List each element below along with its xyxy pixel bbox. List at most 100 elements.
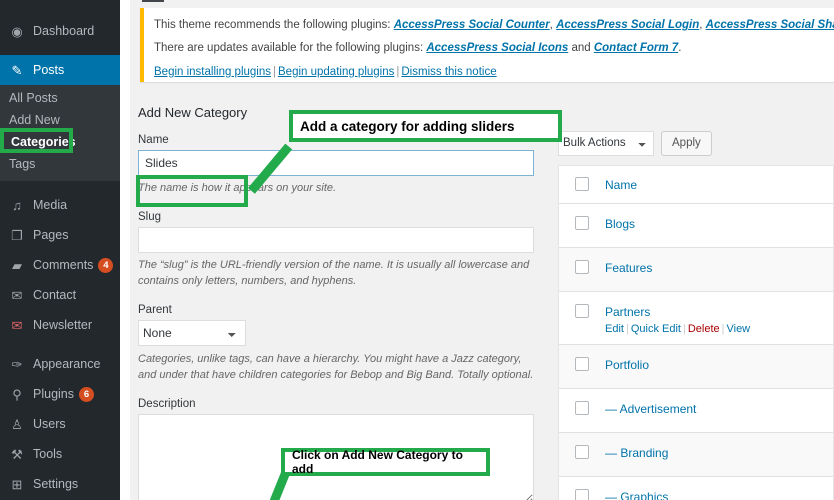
sidebar-item-label: Posts xyxy=(33,63,65,77)
add-category-form: Add New Category Name The name is how it… xyxy=(138,105,550,500)
wrench-icon: ⚒ xyxy=(11,446,23,462)
menu-separator xyxy=(0,181,120,190)
pages-icon: ❐ xyxy=(11,227,23,243)
parent-label: Parent xyxy=(138,303,172,316)
table-row: — Branding xyxy=(559,433,833,477)
sidebar-item-appearance[interactable]: ✑ Appearance xyxy=(0,349,120,379)
row-select-cell xyxy=(559,215,605,230)
row-checkbox[interactable] xyxy=(575,216,589,230)
row-select-cell xyxy=(559,400,605,415)
sidebar-item-settings[interactable]: ⊞ Settings xyxy=(0,469,120,499)
sidebar-item-tools[interactable]: ⚒ Tools xyxy=(0,439,120,469)
sidebar-item-comments[interactable]: ▰ Comments 4 xyxy=(0,250,120,280)
sidebar-item-posts[interactable]: ✎ Posts xyxy=(0,55,120,85)
sidebar-subitem-all-posts[interactable]: All Posts xyxy=(0,87,120,109)
begin-installing-plugins-link[interactable]: Begin installing plugins xyxy=(154,66,271,78)
row-select-cell xyxy=(559,488,605,500)
annotation-highlight-name-field xyxy=(136,175,248,207)
row-checkbox[interactable] xyxy=(575,445,589,459)
sidebar-item-label: Contact xyxy=(33,288,77,302)
plugin-link-social-icons[interactable]: AccessPress Social Icons xyxy=(426,42,568,54)
category-link[interactable]: Portfolio xyxy=(605,358,649,372)
parent-category-select[interactable]: None xyxy=(138,319,246,346)
category-link[interactable]: — Branding xyxy=(605,446,668,460)
row-checkbox[interactable] xyxy=(575,489,589,500)
dismiss-notice-link[interactable]: Dismiss this notice xyxy=(401,66,496,78)
media-icon: ♫ xyxy=(12,197,22,213)
row-checkbox[interactable] xyxy=(575,304,589,318)
sidebar-item-plugins[interactable]: ⚲ Plugins 6 xyxy=(0,379,120,409)
bulk-actions-select[interactable]: Bulk Actions xyxy=(558,130,654,156)
plugin-link-social-login[interactable]: AccessPress Social Login xyxy=(556,19,699,31)
sidebar-item-label: Media xyxy=(33,198,68,212)
slug-help-text: The “slug” is the URL-friendly version o… xyxy=(138,258,530,288)
main-content: This theme recommends the following plug… xyxy=(130,0,834,500)
edit-link[interactable]: Edit xyxy=(605,323,624,335)
quick-edit-link[interactable]: Quick Edit xyxy=(631,323,681,335)
sidebar-item-dashboard[interactable]: ◉ Dashboard xyxy=(0,16,120,46)
table-navigation: Bulk Actions Apply xyxy=(558,130,834,156)
row-checkbox[interactable] xyxy=(575,260,589,274)
notice-text: There are updates available for the foll… xyxy=(154,42,427,55)
sidebar-item-users[interactable]: ♙ Users xyxy=(0,409,120,439)
sidebar-item-label: Tools xyxy=(33,447,63,461)
category-link[interactable]: Partners xyxy=(605,305,650,319)
sidebar-item-label: Pages xyxy=(33,228,69,242)
row-select-cell xyxy=(559,259,605,274)
annotation-callout-1: Add a category for adding sliders xyxy=(289,110,562,142)
row-name-cell: Portfolio xyxy=(605,356,833,374)
plugin-link-social-counter[interactable]: AccessPress Social Counter xyxy=(394,19,550,31)
parent-help-text: Categories, unlike tags, can have a hier… xyxy=(138,352,534,382)
table-row: Portfolio xyxy=(559,345,833,389)
menu-separator xyxy=(0,340,120,349)
column-header-name[interactable]: Name xyxy=(605,178,637,192)
page-title-cutoff xyxy=(142,0,164,2)
sidebar-item-media[interactable]: ♫ Media xyxy=(0,190,120,220)
category-slug-input[interactable] xyxy=(138,226,534,253)
annotation-callout-2: Click on Add New Category to add xyxy=(281,448,490,476)
admin-sidebar: ◉ Dashboard ✎ Posts All Posts Add New Ca… xyxy=(0,0,120,500)
row-select-cell xyxy=(559,356,605,371)
row-name-cell: — Advertisement xyxy=(605,400,833,418)
settings-icon: ⊞ xyxy=(11,476,23,492)
begin-updating-plugins-link[interactable]: Begin updating plugins xyxy=(278,66,394,78)
row-select-cell xyxy=(559,303,605,318)
view-link[interactable]: View xyxy=(726,323,750,335)
categories-table: Name Blogs Features Partners Edit | Quic… xyxy=(558,165,834,500)
select-all-checkbox[interactable] xyxy=(575,177,589,191)
category-name-input[interactable] xyxy=(138,150,534,176)
apply-button[interactable]: Apply xyxy=(661,130,712,156)
delete-link[interactable]: Delete xyxy=(688,323,720,335)
description-label: Description xyxy=(138,397,196,410)
category-name: Branding xyxy=(620,446,669,460)
slug-label: Slug xyxy=(138,210,162,223)
category-link[interactable]: Blogs xyxy=(605,217,635,231)
indent-dash: — xyxy=(605,402,617,416)
sidebar-item-label: Newsletter xyxy=(33,318,93,332)
pin-icon: ✎ xyxy=(11,62,23,78)
sidebar-item-label: Users xyxy=(33,417,66,431)
category-link[interactable]: — Graphics xyxy=(605,490,668,500)
table-row: Blogs xyxy=(559,204,833,248)
plugin-notice: This theme recommends the following plug… xyxy=(140,8,834,82)
sidebar-item-pages[interactable]: ❐ Pages xyxy=(0,220,120,250)
table-row: — Advertisement xyxy=(559,389,833,433)
envelope-icon: ✉ xyxy=(11,287,23,303)
category-link[interactable]: — Advertisement xyxy=(605,402,696,416)
table-row: Features xyxy=(559,248,833,292)
row-checkbox[interactable] xyxy=(575,357,589,371)
wp-admin-screen: ◉ Dashboard ✎ Posts All Posts Add New Ca… xyxy=(0,0,834,500)
sidebar-subitem-tags[interactable]: Tags xyxy=(0,153,120,175)
plugin-link-contact-form-7[interactable]: Contact Form 7 xyxy=(594,42,678,54)
row-name-cell: — Branding xyxy=(605,444,833,462)
sidebar-item-contact[interactable]: ✉ Contact xyxy=(0,280,120,310)
row-checkbox[interactable] xyxy=(575,401,589,415)
row-name-cell: — Graphics xyxy=(605,488,833,500)
category-link[interactable]: Features xyxy=(605,261,652,275)
plugin-link-social-share[interactable]: AccessPress Social Share xyxy=(706,19,834,31)
categories-list-panel: Bulk Actions Apply Name Blogs Features P… xyxy=(558,130,834,500)
user-icon: ♙ xyxy=(11,416,23,432)
sidebar-item-label: Plugins xyxy=(33,387,74,401)
notice-text: . xyxy=(678,42,682,55)
sidebar-item-newsletter[interactable]: ✉ Newsletter xyxy=(0,310,120,340)
